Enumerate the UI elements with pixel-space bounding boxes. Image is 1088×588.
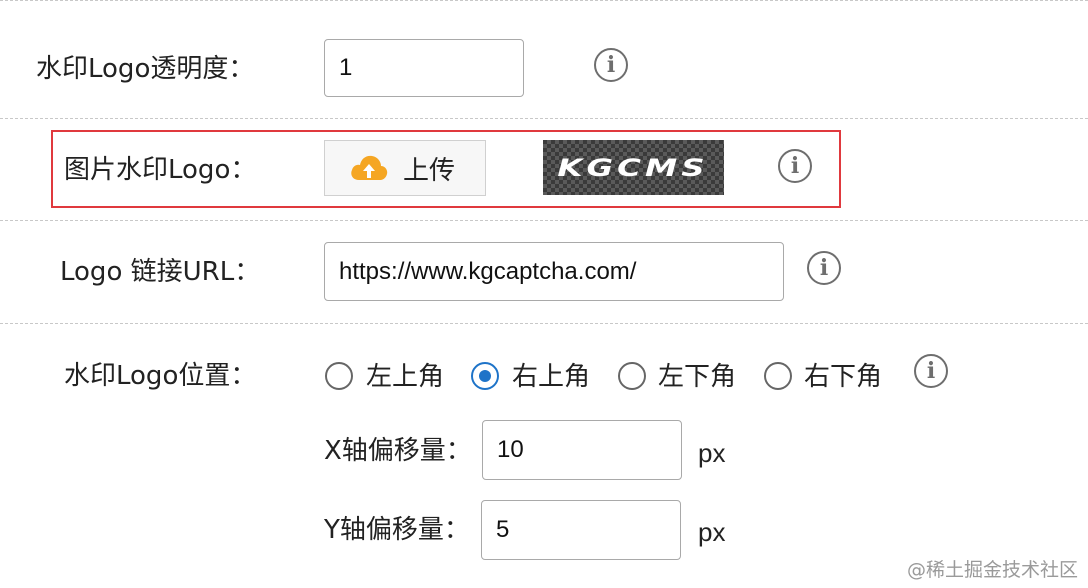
radio-bottom-left[interactable]: [618, 362, 646, 390]
upload-button-label: 上传: [403, 155, 456, 186]
opacity-label: 水印Logo透明度：: [36, 54, 255, 84]
y-offset-unit: px: [698, 517, 726, 547]
logo-link-input[interactable]: https://www.kgcaptcha.com/: [324, 242, 784, 301]
y-offset-label: Y轴偏移量：: [324, 515, 470, 545]
upload-button[interactable]: 上传: [324, 140, 486, 196]
row-divider: [0, 0, 1088, 1]
logo-preview-image: KGCMS: [543, 140, 724, 195]
radio-top-right-label: 右上角: [512, 362, 591, 392]
image-logo-label: 图片水印Logo：: [64, 155, 257, 185]
radio-top-left[interactable]: [325, 362, 353, 390]
row-divider: [0, 220, 1088, 221]
x-offset-input[interactable]: 10: [482, 420, 682, 480]
radio-bottom-left-label: 左下角: [658, 362, 737, 392]
x-offset-unit: px: [698, 438, 726, 468]
opacity-input[interactable]: 1: [324, 39, 524, 97]
info-icon[interactable]: i: [594, 48, 628, 82]
y-offset-input[interactable]: 5: [481, 500, 681, 560]
watermark-text: @稀土掘金技术社区: [906, 559, 1078, 581]
row-divider: [0, 118, 1088, 119]
logo-position-label: 水印Logo位置：: [64, 361, 257, 391]
radio-bottom-right[interactable]: [764, 362, 792, 390]
cloud-upload-icon: [349, 152, 389, 184]
radio-top-right[interactable]: [471, 362, 499, 390]
radio-bottom-right-label: 右下角: [804, 362, 883, 392]
logo-preview-text: KGCMS: [557, 153, 710, 182]
info-icon[interactable]: i: [807, 251, 841, 285]
x-offset-label: X轴偏移量：: [324, 436, 472, 466]
info-icon[interactable]: i: [914, 354, 948, 388]
logo-link-label: Logo 链接URL：: [60, 257, 261, 287]
info-icon[interactable]: i: [778, 149, 812, 183]
radio-top-left-label: 左上角: [366, 362, 445, 392]
row-divider: [0, 323, 1088, 324]
